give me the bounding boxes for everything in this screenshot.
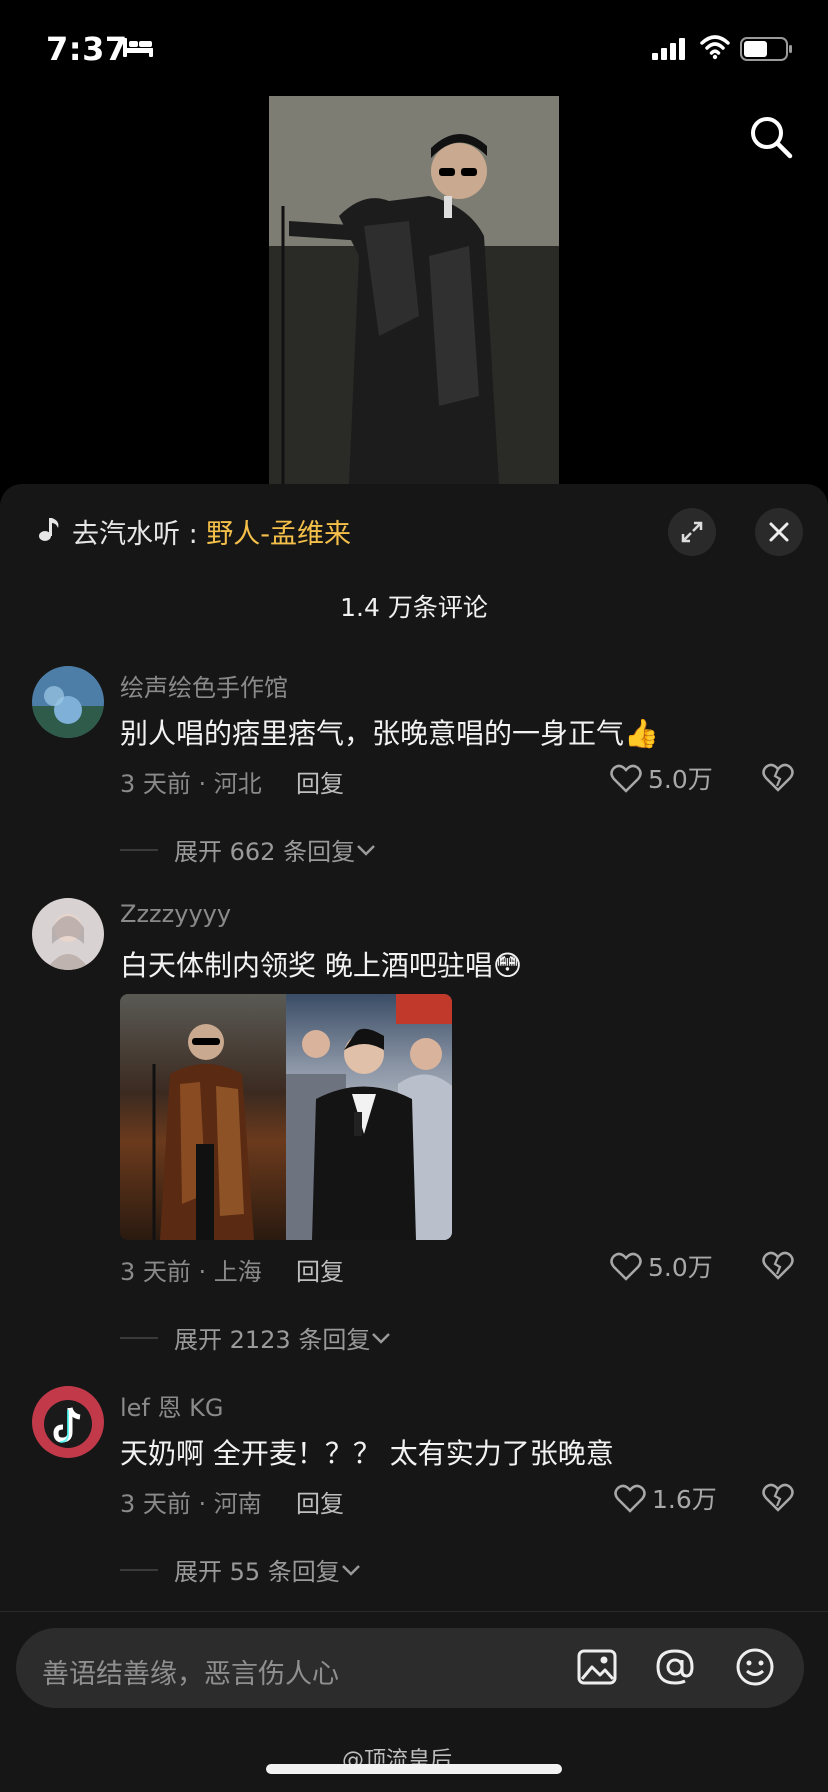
bed-icon <box>123 38 153 57</box>
search-icon[interactable] <box>748 114 794 160</box>
chevron-down-icon <box>357 844 375 856</box>
music-note-icon <box>39 518 59 541</box>
chevron-down-icon <box>372 1332 391 1344</box>
close-button[interactable] <box>755 508 803 556</box>
expand-replies[interactable]: 展开 662 条回复 <box>120 832 377 867</box>
expand-replies-label: 展开 55 条回复 <box>174 1558 340 1586</box>
like-count: 5.0万 <box>648 765 713 794</box>
comment-count: 1.4 万条评论 <box>340 593 488 622</box>
status-time: 7:37 <box>46 30 128 68</box>
like-count: 5.0万 <box>648 1253 713 1282</box>
comment-time-location: 3 天前 · 河北 <box>120 770 262 798</box>
broken-heart-icon[interactable] <box>761 760 795 794</box>
expand-replies-label: 展开 662 条回复 <box>174 838 356 866</box>
broken-heart-icon[interactable] <box>761 1480 795 1514</box>
broken-heart-icon[interactable] <box>761 1248 795 1282</box>
expand-replies-label: 展开 2123 条回复 <box>174 1326 371 1354</box>
like-button[interactable]: 1.6万 <box>614 1480 717 1516</box>
heart-icon <box>610 1252 642 1281</box>
comment-text: 白天体制内领奖 晚上酒吧驻唱😳 <box>120 949 523 982</box>
like-button[interactable]: 5.0万 <box>610 1248 713 1284</box>
comment-image-left <box>120 994 286 1240</box>
music-prefix: 去汽水听 : <box>72 519 207 550</box>
comment-time-location: 3 天前 · 上海 <box>120 1258 262 1286</box>
input-divider <box>0 1611 828 1612</box>
expand-replies[interactable]: 展开 55 条回复 <box>120 1552 362 1587</box>
like-count: 1.6万 <box>652 1485 717 1514</box>
emoji-icon[interactable] <box>734 1646 776 1688</box>
comment-username[interactable]: lef 恩 KG <box>120 1388 223 1423</box>
comment-username[interactable]: 绘声绘色手作馆 <box>120 668 288 703</box>
comment-time-location: 3 天前 · 河南 <box>120 1490 262 1518</box>
battery-icon <box>740 37 792 61</box>
heart-icon <box>614 1484 646 1513</box>
expand-button[interactable] <box>668 508 716 556</box>
reply-button[interactable]: 回复 <box>296 1484 344 1519</box>
avatar[interactable] <box>32 666 104 738</box>
comment-text: 别人唱的痞里痞气，张晚意唱的一身正气👍 <box>120 717 659 750</box>
divider-line <box>120 1568 158 1571</box>
chevron-down-icon <box>341 1564 360 1576</box>
avatar[interactable] <box>32 1386 104 1458</box>
image-icon[interactable] <box>576 1646 618 1688</box>
at-icon[interactable] <box>654 1646 696 1688</box>
avatar[interactable] <box>32 898 104 970</box>
divider-line <box>120 1336 158 1339</box>
like-button[interactable]: 5.0万 <box>610 760 713 796</box>
wifi-icon <box>700 35 730 60</box>
divider-line <box>120 848 158 851</box>
expand-replies[interactable]: 展开 2123 条回复 <box>120 1320 392 1355</box>
video-frame <box>269 96 559 484</box>
reply-button[interactable]: 回复 <box>296 764 344 799</box>
video-player[interactable] <box>269 96 559 484</box>
comment-image[interactable] <box>120 994 452 1240</box>
music-link[interactable]: 去汽水听 : 野人-孟维来 <box>72 512 351 551</box>
comment-image-right <box>286 994 452 1240</box>
music-song-title: 野人-孟维来 <box>206 519 352 550</box>
heart-icon <box>610 764 642 793</box>
close-icon <box>769 522 789 542</box>
signal-icon <box>652 38 685 60</box>
reply-button[interactable]: 回复 <box>296 1252 344 1287</box>
comment-username[interactable]: Zzzzyyyy <box>120 900 231 928</box>
expand-icon <box>681 521 703 543</box>
comment-text: 天奶啊 全开麦！？？ 太有实力了张晚意 <box>120 1437 614 1470</box>
comment-input-placeholder[interactable]: 善语结善缘，恶言伤人心 <box>42 1652 339 1691</box>
home-indicator[interactable] <box>266 1764 562 1774</box>
